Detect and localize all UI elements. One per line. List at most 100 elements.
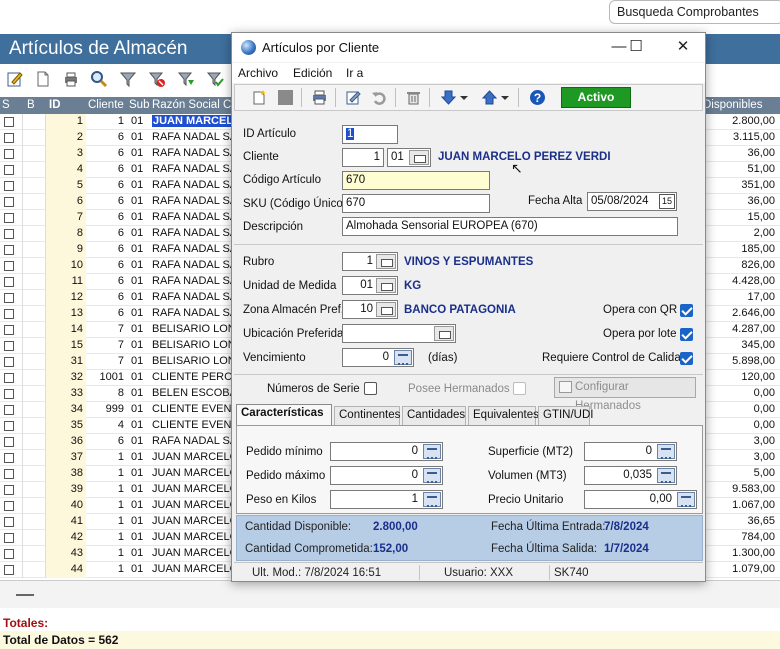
clear-filter-icon[interactable] xyxy=(148,70,166,88)
row-checkbox[interactable] xyxy=(4,133,14,143)
numeros-serie-checkbox[interactable] xyxy=(364,382,377,395)
configurar-hermanados-button[interactable]: Configurar Hermanados xyxy=(554,377,696,412)
print-icon[interactable] xyxy=(62,70,80,88)
row-checkbox[interactable] xyxy=(4,277,14,287)
undo-icon[interactable] xyxy=(371,89,388,106)
status-activo-button[interactable]: Activo xyxy=(561,87,631,108)
tab-gtin-udi[interactable]: GTIN/UDI xyxy=(538,406,593,425)
dialog-titlebar[interactable]: Artículos por Cliente — ☐ ✕ xyxy=(232,33,705,62)
opera-lote-checkbox[interactable] xyxy=(680,328,693,341)
row-checkbox[interactable] xyxy=(4,517,14,527)
row-checkbox[interactable] xyxy=(4,293,14,303)
lookup-icon[interactable] xyxy=(409,150,429,165)
row-checkbox[interactable] xyxy=(4,421,14,431)
col-disponibles[interactable]: Disponibles xyxy=(703,99,762,111)
col-s[interactable]: S xyxy=(2,99,10,111)
row-checkbox[interactable] xyxy=(4,485,14,495)
tab-continentes[interactable]: Continentes xyxy=(334,406,400,425)
row-checkbox[interactable] xyxy=(4,341,14,351)
edit-icon[interactable] xyxy=(345,89,362,106)
calendar-icon[interactable]: 15 xyxy=(659,194,675,209)
unidad-field[interactable]: 01 xyxy=(342,276,398,295)
row-checkbox[interactable] xyxy=(4,213,14,223)
save-icon[interactable] xyxy=(277,89,294,106)
calculator-icon[interactable] xyxy=(423,444,441,459)
tab-equivalentes[interactable]: Equivalentes xyxy=(468,406,539,425)
calculator-icon[interactable] xyxy=(657,468,675,483)
lookup-icon[interactable] xyxy=(376,254,396,269)
splitter-handle[interactable] xyxy=(16,594,34,596)
row-checkbox[interactable] xyxy=(4,309,14,319)
pedido-minimo-field[interactable]: 0 xyxy=(330,442,443,461)
splitter[interactable] xyxy=(0,580,780,608)
zona-field[interactable]: 10 xyxy=(342,300,398,319)
row-checkbox[interactable] xyxy=(4,149,14,159)
arrow-down-icon[interactable] xyxy=(440,89,457,106)
lookup-icon[interactable] xyxy=(434,326,454,341)
row-checkbox[interactable] xyxy=(4,165,14,175)
codigo-articulo-field[interactable]: 670 xyxy=(342,171,490,190)
col-razon-social[interactable]: Razón Social Clie xyxy=(152,99,243,111)
row-checkbox[interactable] xyxy=(4,373,14,383)
print-icon[interactable] xyxy=(311,89,328,106)
calculator-icon[interactable] xyxy=(657,444,675,459)
help-icon[interactable]: ? xyxy=(529,89,546,106)
volumen-field[interactable]: 0,035 xyxy=(584,466,677,485)
row-checkbox[interactable] xyxy=(4,469,14,479)
lookup-icon[interactable] xyxy=(376,302,396,317)
tab-cantidades[interactable]: Cantidades xyxy=(402,406,466,425)
arrow-up-icon[interactable] xyxy=(481,89,498,106)
row-checkbox[interactable] xyxy=(4,565,14,575)
descripcion-field[interactable]: Almohada Sensorial EUROPEA (670) xyxy=(342,217,678,236)
search-comprobantes-input[interactable]: Busqueda Comprobantes xyxy=(609,0,780,24)
control-calidad-checkbox[interactable] xyxy=(680,352,693,365)
precio-unitario-field[interactable]: 0,00 xyxy=(584,490,697,509)
pedido-maximo-field[interactable]: 0 xyxy=(330,466,443,485)
rubro-field[interactable]: 1 xyxy=(342,252,398,271)
menu-archivo[interactable]: Archivo xyxy=(238,66,278,80)
row-checkbox[interactable] xyxy=(4,405,14,415)
sku-field[interactable]: 670 xyxy=(342,194,490,213)
calculator-icon[interactable] xyxy=(394,350,412,365)
fecha-alta-field[interactable]: 05/08/2024 15 xyxy=(587,192,677,211)
close-button[interactable]: ✕ xyxy=(668,36,698,58)
edit-icon[interactable] xyxy=(6,70,24,88)
row-checkbox[interactable] xyxy=(4,117,14,127)
row-checkbox[interactable] xyxy=(4,261,14,271)
row-checkbox[interactable] xyxy=(4,549,14,559)
lookup-icon[interactable] xyxy=(376,278,396,293)
row-checkbox[interactable] xyxy=(4,437,14,447)
menu-ir-a[interactable]: Ir a xyxy=(346,66,363,80)
col-b[interactable]: B xyxy=(27,99,35,111)
filter-check-icon[interactable] xyxy=(206,70,224,88)
ubicacion-field[interactable] xyxy=(342,324,456,343)
col-sub[interactable]: Sub xyxy=(129,99,149,111)
cliente-field[interactable]: 1 xyxy=(342,148,384,167)
delete-icon[interactable] xyxy=(405,89,422,106)
new-document-icon[interactable] xyxy=(34,70,52,88)
calculator-icon[interactable] xyxy=(423,468,441,483)
row-checkbox[interactable] xyxy=(4,229,14,239)
calculator-icon[interactable] xyxy=(423,492,441,507)
row-checkbox[interactable] xyxy=(4,357,14,367)
calculator-icon[interactable] xyxy=(677,492,695,507)
opera-qr-checkbox[interactable] xyxy=(680,304,693,317)
chevron-down-icon[interactable] xyxy=(500,89,510,106)
cliente-sub-field[interactable]: 01 xyxy=(387,148,431,167)
row-checkbox[interactable] xyxy=(4,453,14,463)
row-checkbox[interactable] xyxy=(4,181,14,191)
vencimiento-field[interactable]: 0 xyxy=(342,348,414,367)
tab-caracteristicas[interactable]: Características xyxy=(236,404,332,426)
posee-hermanados-checkbox[interactable] xyxy=(513,382,526,395)
menu-edicion[interactable]: Edición xyxy=(293,66,332,80)
row-checkbox[interactable] xyxy=(4,325,14,335)
row-checkbox[interactable] xyxy=(4,245,14,255)
new-record-icon[interactable] xyxy=(251,89,268,106)
col-cliente[interactable]: Cliente xyxy=(88,99,124,111)
col-id[interactable]: ID xyxy=(49,99,61,111)
row-checkbox[interactable] xyxy=(4,501,14,511)
search-icon[interactable] xyxy=(90,70,108,88)
chevron-down-icon[interactable] xyxy=(459,89,469,106)
filter-down-icon[interactable] xyxy=(177,70,195,88)
filter-icon[interactable] xyxy=(119,70,137,88)
